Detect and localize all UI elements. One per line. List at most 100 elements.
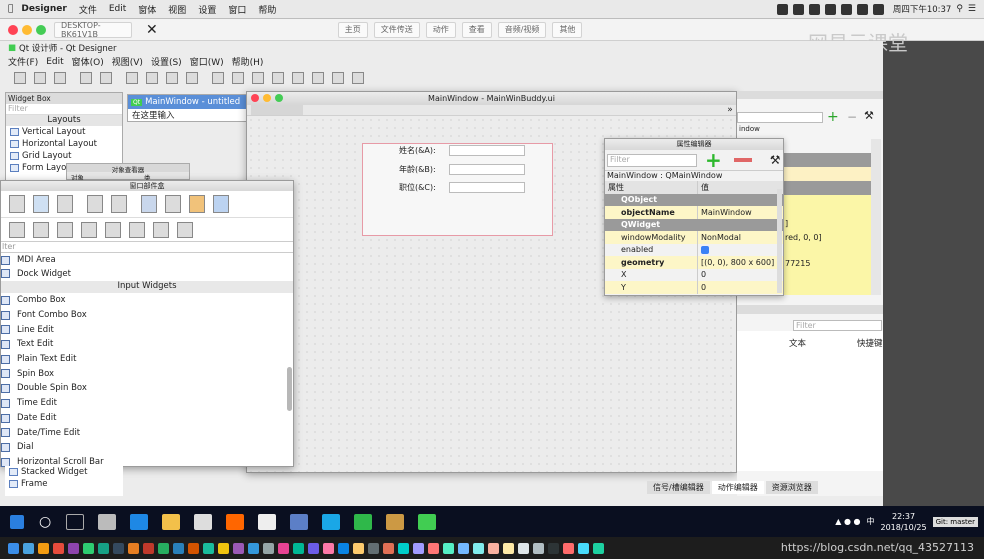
menu-placeholder[interactable]: 在这里输入 (128, 109, 246, 121)
status-icon[interactable] (792, 3, 804, 15)
app-icon[interactable] (98, 513, 117, 530)
widget-item[interactable]: Double Spin Box (1, 381, 293, 396)
dock-app-icon[interactable] (203, 542, 214, 554)
dock-app-icon[interactable] (128, 542, 139, 554)
minimize-dot-icon[interactable] (263, 94, 271, 102)
dock-app-icon[interactable] (398, 542, 409, 554)
dock-app-icon[interactable] (443, 542, 454, 554)
layout-grid-icon[interactable] (292, 72, 304, 84)
break-layout-icon[interactable] (332, 72, 344, 84)
status-icon[interactable] (808, 3, 820, 15)
dock-app-icon[interactable] (473, 542, 484, 554)
property-row[interactable]: Y0 (605, 281, 783, 294)
widget-item[interactable]: Frame (5, 478, 123, 490)
menu-list-icon[interactable]: ☰ (968, 4, 976, 14)
layout-form-icon[interactable] (129, 221, 145, 238)
qd-menu-file[interactable]: 文件(F) (8, 55, 38, 68)
open-icon[interactable] (33, 195, 49, 213)
layout-vertical-icon[interactable] (33, 221, 49, 238)
tab-resource-browser[interactable]: 资源浏览器 (765, 481, 818, 494)
home-button[interactable]: 主页 (337, 21, 368, 38)
property-row[interactable]: geometry [(0, 0), 800 x 600] (605, 256, 783, 269)
dock-app-icon[interactable] (323, 542, 334, 554)
widget-item[interactable]: Plain Text Edit (1, 352, 293, 367)
input-widgets-category[interactable]: Input Widgets (1, 281, 293, 293)
layout-split-h-icon[interactable] (252, 72, 264, 84)
property-row[interactable]: X0 (605, 268, 783, 281)
volume-icon[interactable] (856, 3, 868, 15)
widget-item[interactable]: MDI Area (1, 253, 293, 266)
dock-app-icon[interactable] (98, 542, 109, 554)
property-category-row[interactable]: QObject (605, 193, 783, 207)
dock-app-icon[interactable] (563, 542, 574, 554)
dock-app-icon[interactable] (458, 542, 469, 554)
file-transfer-button[interactable]: 文件传送 (373, 21, 420, 38)
windows-start-icon[interactable] (10, 514, 24, 529)
menu-file[interactable]: 文件 (79, 3, 97, 16)
edit-buddies-icon[interactable] (189, 195, 205, 213)
close-dot-icon[interactable] (251, 94, 259, 102)
property-category-row[interactable]: QWidget (605, 218, 783, 231)
dock-app-icon[interactable] (383, 542, 394, 554)
dock-app-icon[interactable] (593, 542, 604, 554)
layout-split-v-icon[interactable] (81, 221, 97, 238)
zoom-dot-icon[interactable] (36, 24, 46, 35)
copy-icon[interactable] (87, 195, 103, 213)
form-menubar[interactable] (247, 105, 736, 116)
mi-icon[interactable] (226, 513, 245, 530)
adjust-size-icon[interactable] (177, 221, 193, 238)
tab-signal-slot[interactable]: 信号/槽编辑器 (647, 481, 710, 494)
layout-vertical-icon[interactable] (232, 72, 244, 84)
status-icon[interactable] (776, 3, 788, 15)
widget-item[interactable]: Grid Layout (6, 150, 122, 162)
dock-app-icon[interactable] (338, 542, 349, 554)
menubar-app-name[interactable]: Designer (21, 4, 66, 14)
widget-item[interactable]: Dock Widget (1, 266, 293, 281)
property-value[interactable]: [(0, 0), 800 x 600] (697, 256, 783, 269)
property-value[interactable] (697, 194, 783, 207)
property-row[interactable]: objectName MainWindow (605, 206, 783, 219)
dock-app-icon[interactable] (113, 542, 124, 554)
new-file-icon[interactable] (14, 72, 26, 84)
view-button[interactable]: 查看 (461, 21, 492, 38)
add-icon[interactable]: + (705, 148, 722, 172)
qt-designer-icon[interactable] (418, 513, 437, 530)
apple-icon[interactable]:  (8, 4, 13, 14)
tab-action-editor[interactable]: 动作编辑器 (711, 481, 764, 494)
dock-app-icon[interactable] (23, 542, 34, 554)
scrollbar[interactable] (871, 139, 881, 295)
mail-icon[interactable] (258, 513, 277, 530)
dock-app-icon[interactable] (578, 542, 589, 554)
qd-menu-help[interactable]: 帮助(H) (232, 55, 264, 68)
widget-item[interactable]: Dial (1, 440, 293, 455)
qd-menu-edit[interactable]: Edit (46, 57, 63, 67)
widget-item[interactable]: Vertical Layout (6, 126, 122, 138)
new-icon[interactable] (9, 195, 25, 213)
dock-app-icon[interactable] (158, 542, 169, 554)
dock-app-icon[interactable] (143, 542, 154, 554)
store-icon[interactable] (194, 513, 213, 530)
battery-icon[interactable] (872, 3, 884, 15)
scrollbar-thumb[interactable] (287, 367, 292, 411)
dock-app-icon[interactable] (83, 542, 94, 554)
remote-host-tab[interactable]: DESKTOP-BK61V1B (54, 21, 132, 39)
dock-app-icon[interactable] (53, 542, 64, 554)
git-branch[interactable]: Git: master (932, 516, 978, 527)
menu-help[interactable]: 帮助 (258, 3, 276, 16)
adjust-size-icon[interactable] (352, 72, 364, 84)
other-button[interactable]: 其他 (552, 21, 583, 38)
open-file-icon[interactable] (34, 72, 46, 84)
dock-app-icon[interactable] (428, 542, 439, 554)
menu-edit[interactable]: Edit (109, 4, 126, 14)
widget-item[interactable]: Line Edit (1, 322, 293, 337)
property-value[interactable]: MainWindow (697, 206, 783, 219)
qd-menu-settings[interactable]: 设置(S) (151, 55, 182, 68)
tray-icons[interactable]: ▲ ● ● (835, 517, 860, 526)
widget-item[interactable]: Combo Box (1, 293, 293, 308)
layout-horizontal-icon[interactable] (212, 72, 224, 84)
age-line-edit[interactable] (449, 164, 525, 175)
teamviewer-icon[interactable] (322, 513, 341, 530)
search-icon[interactable]: ⚲ (956, 4, 963, 14)
dock-app-icon[interactable] (248, 542, 259, 554)
dock-app-icon[interactable] (368, 542, 379, 554)
